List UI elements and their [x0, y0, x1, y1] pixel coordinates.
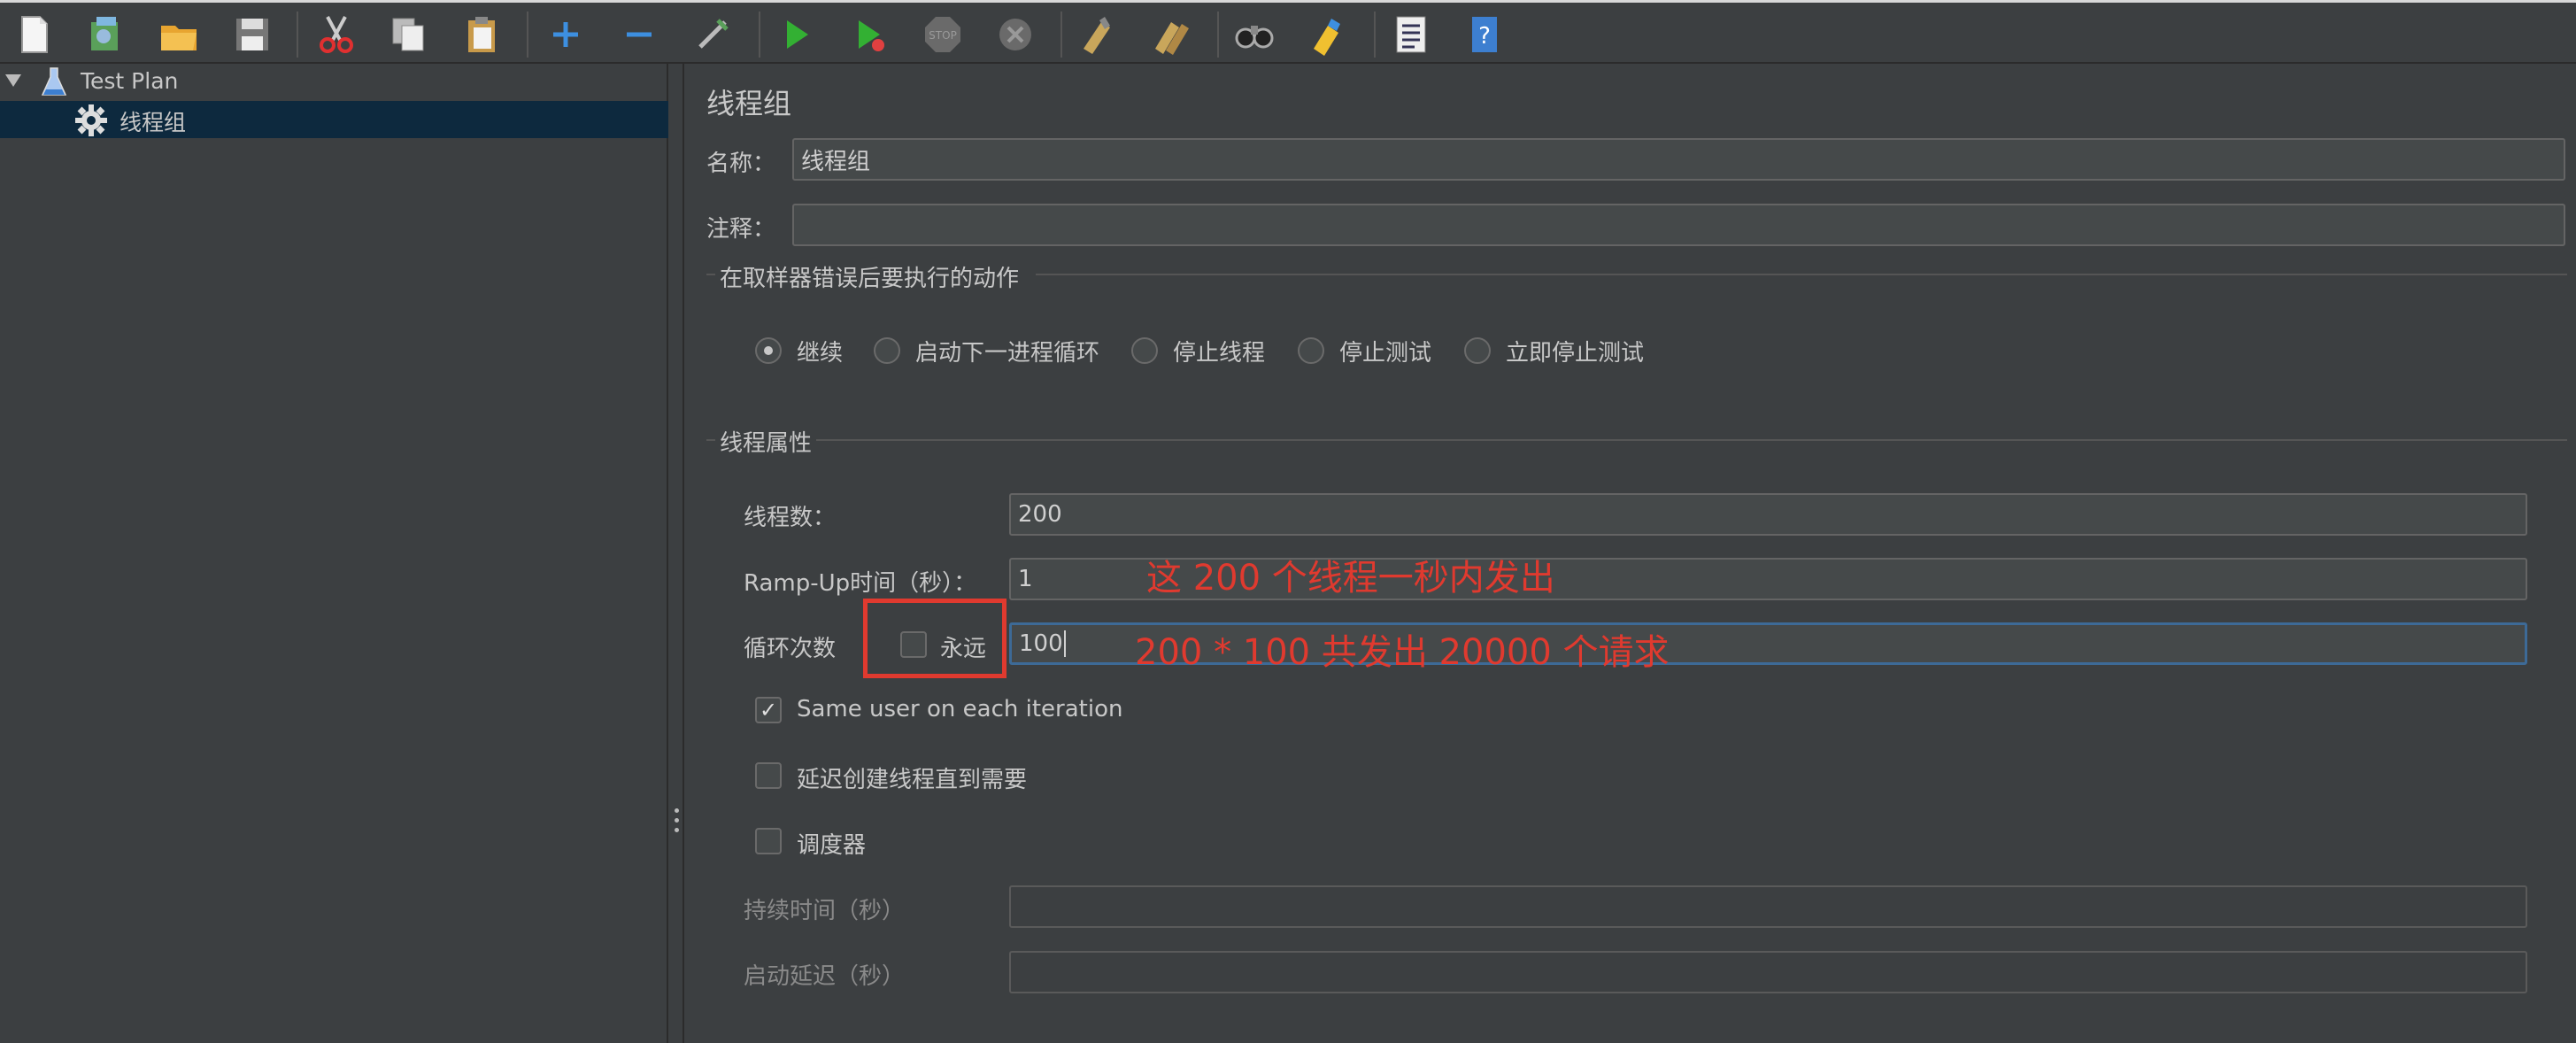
threads-input[interactable]: 200 [1009, 493, 2527, 536]
radio-label-continue: 继续 [797, 340, 844, 367]
panel-title: 线程组 [706, 87, 792, 120]
delay-create-checkbox[interactable] [755, 762, 782, 789]
annotation-loop-note: 200 * 100 共发出 20000 个请求 [1135, 632, 1670, 673]
threads-label: 线程数： [744, 505, 837, 531]
test-plan-icon [41, 66, 67, 98]
section-divider [706, 439, 715, 441]
copy-icon[interactable] [385, 11, 433, 58]
toolbar: STOP ? [0, 0, 2576, 64]
name-input[interactable]: 线程组 [792, 138, 2565, 181]
new-icon[interactable] [11, 11, 58, 58]
radio-start-next-loop[interactable] [874, 337, 900, 364]
radio-continue[interactable] [755, 337, 782, 364]
shutdown-icon[interactable] [991, 11, 1039, 58]
clear-all-icon[interactable] [1147, 11, 1195, 58]
radio-stop-test-now[interactable] [1464, 337, 1491, 364]
svg-text:STOP: STOP [929, 29, 957, 42]
tree-item-thread-group[interactable]: 线程组 [0, 101, 668, 138]
duration-label: 持续时间（秒） [744, 898, 906, 924]
comment-label: 注释： [706, 216, 776, 243]
duration-input[interactable] [1009, 885, 2527, 928]
sampler-error-section-title: 在取样器错误后要执行的动作 [720, 266, 1020, 292]
test-plan-tree: Test Plan 线程组 [0, 64, 668, 1043]
toggle-icon[interactable] [689, 11, 737, 58]
stop-icon[interactable]: STOP [919, 11, 967, 58]
startup-delay-label: 启动延迟（秒） [744, 963, 906, 990]
startup-delay-input[interactable] [1009, 951, 2527, 993]
name-label: 名称： [706, 151, 776, 177]
delay-create-label: 延迟创建线程直到需要 [797, 767, 1028, 793]
templates-icon[interactable] [81, 11, 129, 58]
clear-icon[interactable] [1074, 11, 1122, 58]
function-helper-icon[interactable] [1387, 11, 1435, 58]
collapse-icon[interactable] [615, 11, 663, 58]
reset-search-icon[interactable] [1304, 11, 1352, 58]
save-icon[interactable] [228, 11, 276, 58]
expand-triangle-icon[interactable] [5, 74, 21, 87]
thread-group-panel: 线程组 名称： 线程组 注释： 在取样器错误后要执行的动作 继续 启动下一进程循… [686, 64, 2576, 1043]
gear-icon [74, 104, 108, 137]
help-icon[interactable]: ? [1461, 11, 1508, 58]
splitter-handle[interactable] [670, 64, 684, 1043]
rampup-label: Ramp-Up时间（秒）： [744, 570, 977, 597]
radio-stop-test[interactable] [1298, 337, 1324, 364]
scheduler-label: 调度器 [797, 832, 867, 859]
same-user-label: Same user on each iteration [797, 696, 1123, 722]
cut-icon[interactable] [312, 11, 360, 58]
text-caret [1063, 630, 1066, 657]
radio-label-stop-thread: 停止线程 [1173, 340, 1266, 367]
tree-item-label: Test Plan [81, 68, 179, 94]
scheduler-checkbox[interactable] [755, 828, 782, 854]
comment-input[interactable] [792, 204, 2565, 246]
loop-count-value: 100 [1019, 630, 1063, 657]
section-divider [1036, 274, 2567, 275]
start-icon[interactable] [772, 11, 820, 58]
radio-label-stop-test: 停止测试 [1339, 340, 1432, 367]
tree-item-label: 线程组 [120, 110, 187, 135]
search-icon[interactable] [1230, 11, 1278, 58]
start-no-pauses-icon[interactable] [845, 11, 893, 58]
paste-icon[interactable] [459, 11, 506, 58]
section-divider [706, 274, 715, 275]
loop-label: 循环次数 [744, 636, 837, 662]
expand-icon[interactable] [542, 11, 590, 58]
radio-stop-thread[interactable] [1131, 337, 1158, 364]
open-icon[interactable] [155, 11, 203, 58]
section-divider [816, 439, 2567, 441]
radio-label-stop-test-now: 立即停止测试 [1506, 340, 1645, 367]
annotation-rampup-note: 这 200 个线程一秒内发出 [1146, 558, 1555, 599]
radio-label-start-next-loop: 启动下一进程循环 [915, 340, 1100, 367]
annotation-highlight-box [863, 599, 1006, 678]
thread-props-section-title: 线程属性 [720, 430, 813, 457]
svg-text:?: ? [1478, 23, 1491, 50]
tree-item-test-plan[interactable]: Test Plan [0, 64, 668, 101]
same-user-checkbox[interactable]: ✓ [755, 697, 782, 723]
